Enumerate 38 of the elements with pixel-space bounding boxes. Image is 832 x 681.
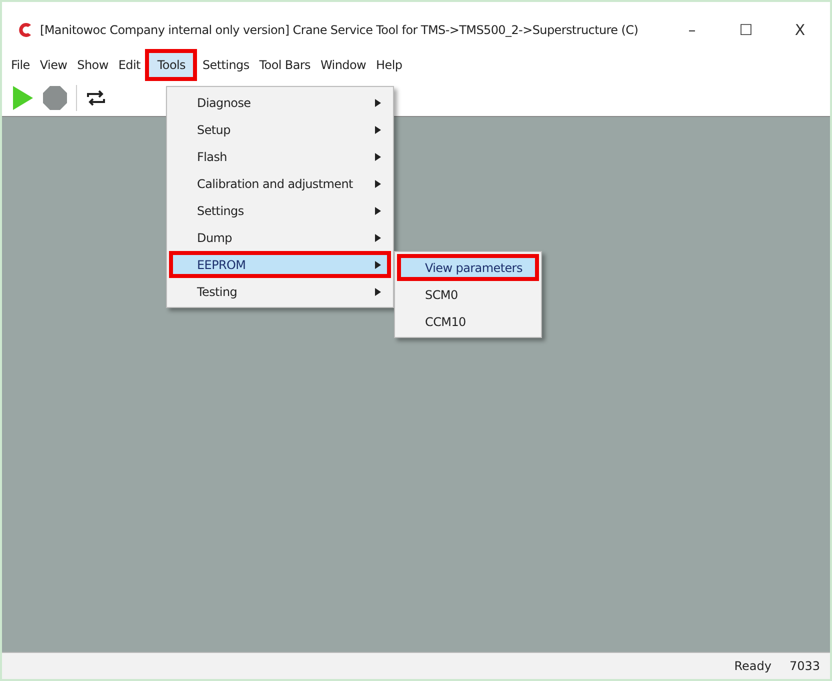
play-icon bbox=[12, 85, 34, 111]
menu-bar-item[interactable]: Tool Bars bbox=[254, 55, 316, 75]
submenu-arrow-icon bbox=[375, 234, 381, 242]
menu-item[interactable]: SCM0 bbox=[397, 281, 539, 308]
menu-bar-item[interactable]: Settings bbox=[197, 55, 254, 75]
menu-item[interactable]: Dump bbox=[169, 224, 391, 251]
menu-item[interactable]: CCM10 bbox=[397, 308, 539, 335]
menu-bar-item[interactable]: Window bbox=[316, 55, 372, 75]
menu-bar-item[interactable]: Show bbox=[72, 55, 114, 75]
menu-item[interactable]: EEPROM bbox=[169, 251, 391, 278]
submenu-arrow-icon bbox=[375, 98, 381, 106]
menu-item[interactable]: Settings bbox=[169, 197, 391, 224]
menu-item[interactable]: Testing bbox=[169, 278, 391, 305]
status-text: Ready bbox=[734, 659, 772, 673]
window-control-button[interactable]: ☐ bbox=[722, 20, 770, 40]
menu-bar-item[interactable]: View bbox=[34, 55, 72, 75]
status-code: 7033 bbox=[789, 659, 820, 673]
menu-item[interactable]: Diagnose bbox=[169, 89, 391, 116]
toolbar-button[interactable] bbox=[85, 88, 107, 108]
stop-icon bbox=[42, 85, 68, 111]
submenu-arrow-icon bbox=[375, 180, 381, 188]
menu-item[interactable]: Calibration and adjustment bbox=[169, 170, 391, 197]
menu-bar-item[interactable]: Edit bbox=[113, 55, 146, 75]
submenu-arrow-icon bbox=[375, 260, 381, 268]
submenu-arrow-icon bbox=[375, 126, 381, 134]
window-control-button[interactable]: – bbox=[668, 20, 716, 40]
menu-bar-item[interactable]: Help bbox=[371, 55, 408, 75]
menu-item[interactable]: Setup bbox=[169, 116, 391, 143]
menu-bar-item[interactable]: File bbox=[6, 55, 35, 75]
menu-item[interactable]: View parameters bbox=[397, 254, 539, 281]
window-control-button[interactable]: X bbox=[776, 20, 824, 40]
submenu-arrow-icon bbox=[375, 288, 381, 296]
submenu-arrow-icon bbox=[375, 152, 381, 160]
menu-item[interactable]: Flash bbox=[169, 143, 391, 170]
refresh-icon bbox=[85, 88, 107, 108]
window-title: [Manitowoc Company internal only version] Crane Service Tool for TMS->TMS500_2->Superstructure (C) bbox=[40, 23, 640, 37]
menu-bar-item[interactable]: Tools bbox=[145, 49, 198, 81]
submenu-arrow-icon bbox=[375, 206, 381, 214]
